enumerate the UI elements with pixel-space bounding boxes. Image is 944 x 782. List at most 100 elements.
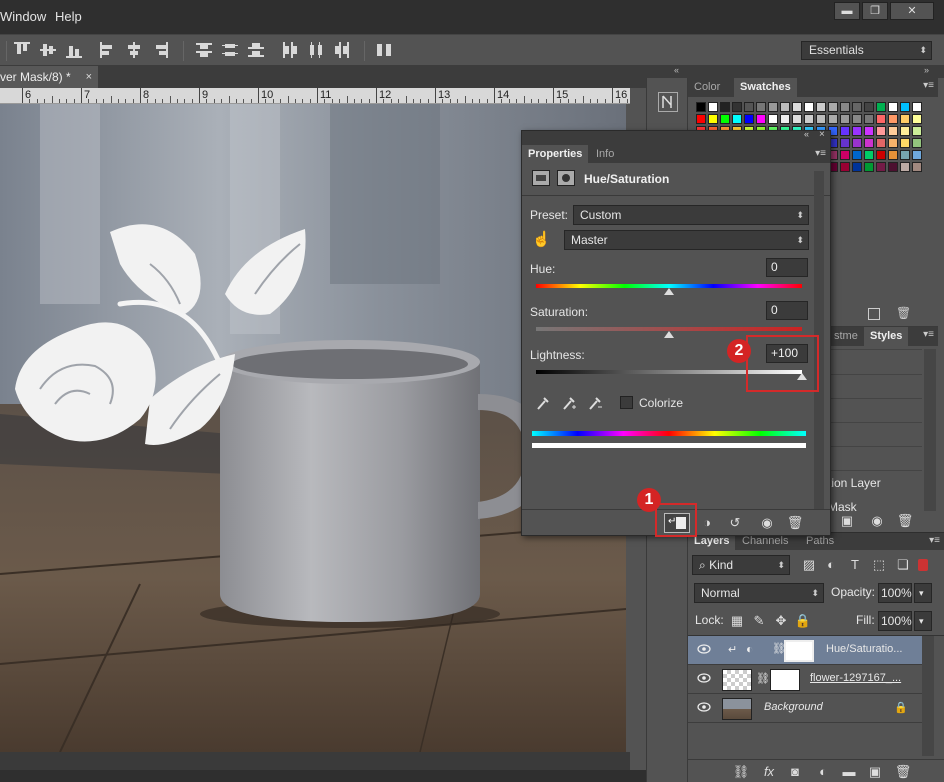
layer-mask-thumbnail[interactable] [770,669,800,691]
visibility-eye-icon[interactable] [697,702,711,712]
layer-thumbnail[interactable] [722,669,752,691]
color-swatch[interactable] [864,150,874,160]
trash-icon[interactable]: 🗑 [896,513,914,529]
filter-type-icon[interactable]: T [846,557,864,573]
color-swatch[interactable] [744,102,754,112]
color-swatch[interactable] [720,114,730,124]
lock-image-icon[interactable]: ✎ [750,613,768,629]
color-swatch[interactable] [804,102,814,112]
scrollbar[interactable] [922,636,934,756]
color-swatch[interactable] [900,126,910,136]
new-group-icon[interactable]: ▬ [840,764,858,780]
tab-styles[interactable]: Styles [864,327,909,346]
view-previous-icon[interactable]: ◑ [698,515,716,531]
trash-icon[interactable]: 🗑 [894,764,912,780]
fx-icon[interactable]: fx [760,764,778,780]
minimize-button[interactable]: ▬ [834,2,860,20]
tab-adjustments[interactable]: stme [828,327,864,346]
targeted-adjustment-hand-icon[interactable]: ☝ [532,230,551,248]
align-right-icon[interactable] [152,42,168,58]
color-swatch[interactable] [768,102,778,112]
layer-name[interactable]: Hue/Saturatio... [826,643,902,655]
collapse-icon[interactable]: « [674,65,679,75]
color-swatch[interactable] [900,162,910,172]
collapse-icon[interactable]: « [804,129,809,139]
layer-name[interactable]: Background [764,701,823,713]
color-swatch[interactable] [828,102,838,112]
close-icon[interactable]: × [86,66,92,88]
color-swatch[interactable] [840,126,850,136]
color-swatch[interactable] [840,102,850,112]
tab-swatches[interactable]: Swatches [734,78,797,97]
color-swatch[interactable] [840,114,850,124]
filter-kind-select[interactable]: ⌕ Kind ⬍ [692,555,790,575]
dock-collapse-bar[interactable]: « [646,65,688,78]
color-swatch[interactable] [708,102,718,112]
align-bottom-icon[interactable] [66,42,82,58]
color-swatch[interactable] [792,114,802,124]
eyedropper-icon[interactable] [536,395,550,411]
eyedropper-plus-icon[interactable] [562,395,576,411]
color-swatch[interactable] [912,162,922,172]
color-swatch[interactable] [912,102,922,112]
color-swatch[interactable] [720,102,730,112]
color-swatch[interactable] [888,150,898,160]
distribute-top-icon[interactable] [196,42,212,58]
panel-menu-icon[interactable]: ▾≡ [929,535,940,546]
distribute-bottom-icon[interactable] [248,42,264,58]
distribute-left-icon[interactable] [282,42,298,58]
color-swatch[interactable] [828,114,838,124]
preset-select[interactable]: Custom ⬍ [573,205,809,225]
color-swatch[interactable] [852,162,862,172]
dock-collapse-bar[interactable]: » [688,65,944,78]
properties-titlebar[interactable]: « × [522,129,830,145]
new-swatch-icon[interactable] [868,308,880,320]
tab-color[interactable]: Color [688,78,726,97]
color-swatch[interactable] [876,114,886,124]
color-swatch[interactable] [888,102,898,112]
color-swatch[interactable] [900,138,910,148]
align-vertical-center-icon[interactable] [40,42,56,58]
link-layers-icon[interactable]: ⛓ [732,764,750,780]
color-swatch[interactable] [840,150,850,160]
color-swatch[interactable] [840,162,850,172]
scrollbar[interactable] [924,349,936,511]
color-swatch[interactable] [912,114,922,124]
color-swatch[interactable] [780,114,790,124]
color-swatch[interactable] [900,114,910,124]
filter-smart-object-icon[interactable]: ❏ [894,557,912,573]
camera-icon[interactable]: ◉ [868,513,886,529]
color-swatch[interactable] [852,114,862,124]
close-button[interactable]: ✕ [890,2,934,20]
color-swatch[interactable] [840,138,850,148]
color-swatch[interactable] [696,102,706,112]
color-swatch[interactable] [816,102,826,112]
color-swatch[interactable] [852,138,862,148]
list-item[interactable]: tion Layer [828,476,881,490]
color-swatch[interactable] [708,114,718,124]
align-left-icon[interactable] [100,42,116,58]
opacity-dropdown-icon[interactable]: ▾ [914,583,932,603]
blend-mode-select[interactable]: Normal ⬍ [694,583,824,603]
color-swatch[interactable] [888,126,898,136]
color-swatch[interactable] [864,114,874,124]
saturation-slider-thumb[interactable] [664,331,674,338]
color-swatch[interactable] [912,138,922,148]
document-tab[interactable]: ver Mask/8) * × [0,66,98,88]
saturation-input[interactable]: 0 [766,301,808,320]
color-swatch[interactable] [852,150,862,160]
color-swatch[interactable] [756,102,766,112]
workspace-switcher[interactable]: Essentials ⬍ [801,41,932,60]
new-style-icon[interactable]: ▣ [838,513,856,529]
distribute-right-icon[interactable] [334,42,350,58]
opacity-input[interactable]: 100% [878,583,912,603]
color-swatch[interactable] [900,102,910,112]
fill-input[interactable]: 100% [878,611,912,631]
color-swatch[interactable] [912,150,922,160]
layer-thumbnail[interactable] [722,698,752,720]
color-swatch[interactable] [876,126,886,136]
color-swatch[interactable] [912,126,922,136]
color-swatch[interactable] [888,114,898,124]
tab-properties[interactable]: Properties [522,145,589,163]
trash-icon[interactable]: 🗑 [896,306,911,320]
